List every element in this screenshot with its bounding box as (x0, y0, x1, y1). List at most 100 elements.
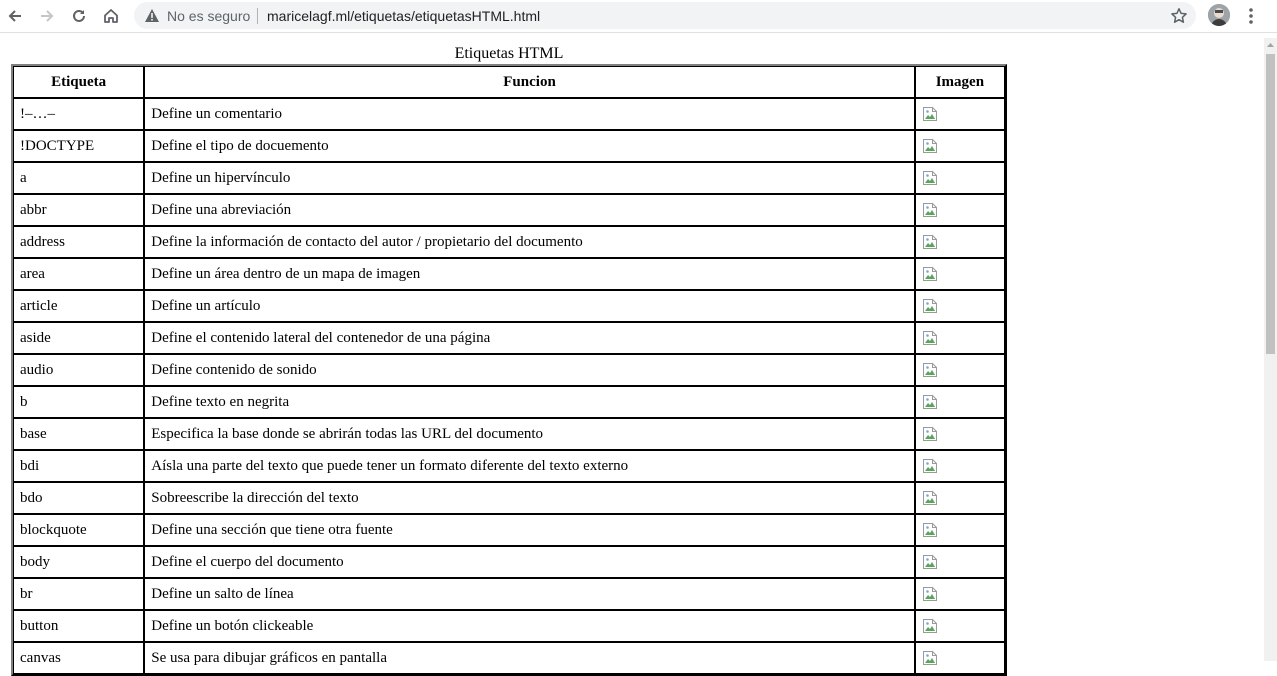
security-status[interactable]: No es seguro (167, 7, 250, 25)
separator (257, 8, 258, 24)
reload-icon (73, 9, 85, 22)
vertical-scrollbar[interactable] (1264, 38, 1277, 661)
table-row: a Define un hipervínculo (13, 162, 1005, 194)
broken-image-icon (922, 170, 938, 186)
tag-cell: blockquote (13, 514, 145, 546)
arrow-left-icon (8, 10, 21, 22)
table-row: body Define el cuerpo del documento (13, 546, 1005, 578)
tag-cell: body (13, 546, 145, 578)
warning-icon[interactable] (144, 8, 160, 23)
tag-cell: !–…– (13, 98, 145, 130)
table-row: base Especifica la base donde se abrirán … (13, 418, 1005, 450)
broken-image-icon (922, 362, 938, 378)
function-cell: Define un botón clickeable (144, 610, 915, 642)
table-row: address Define la información de contacto… (13, 226, 1005, 258)
header-funcion: Funcion (144, 66, 915, 98)
forward-button[interactable] (34, 3, 60, 29)
broken-image-icon (922, 330, 938, 346)
table-row: area Define un área dentro de un mapa de … (13, 258, 1005, 290)
broken-image-icon (922, 586, 938, 602)
image-cell (914, 322, 1005, 354)
scroll-up-arrow[interactable] (1264, 38, 1277, 52)
table-row: blockquote Define una sección que tiene o… (13, 514, 1005, 546)
table-row: article Define un artículo (13, 290, 1005, 322)
profile-icon (1208, 4, 1230, 26)
image-cell (914, 482, 1005, 514)
table-row: canvas Se usa para dibujar gráficos en pa… (13, 642, 1005, 674)
image-cell (914, 194, 1005, 226)
tag-cell: b (13, 386, 145, 418)
function-cell: Sobreescribe la dirección del texto (144, 482, 915, 514)
image-cell (914, 290, 1005, 322)
function-cell: Define el cuerpo del documento (144, 546, 915, 578)
broken-image-icon (922, 650, 938, 666)
tag-cell: canvas (13, 642, 145, 674)
table-row: aside Define el contenido lateral del con… (13, 322, 1005, 354)
tag-cell: abbr (13, 194, 145, 226)
broken-image-icon (922, 266, 938, 282)
broken-image-icon (922, 490, 938, 506)
image-cell (914, 258, 1005, 290)
image-cell (914, 418, 1005, 450)
broken-image-icon (922, 106, 938, 122)
more-vert-icon (1249, 8, 1253, 24)
function-cell: Define texto en negrita (144, 386, 915, 418)
function-cell: Define un salto de línea (144, 578, 915, 610)
table-row: abbr Define una abreviación (13, 194, 1005, 226)
tag-cell: article (13, 290, 145, 322)
broken-image-icon (922, 394, 938, 410)
broken-image-icon (922, 554, 938, 570)
menu-button[interactable] (1243, 6, 1259, 26)
function-cell: Define contenido de sonido (144, 354, 915, 386)
broken-image-icon (922, 234, 938, 250)
tags-table: Etiqueta Funcion Imagen !–…– Define un co… (11, 64, 1007, 676)
tag-cell: aside (13, 322, 145, 354)
broken-image-icon (922, 298, 938, 314)
tag-cell: base (13, 418, 145, 450)
scroll-thumb[interactable] (1266, 54, 1275, 354)
image-cell (914, 610, 1005, 642)
tag-cell: area (13, 258, 145, 290)
function-cell: Define un área dentro de un mapa de imag… (144, 258, 915, 290)
function-cell: Define el contenido lateral del contened… (144, 322, 915, 354)
back-button[interactable] (2, 3, 28, 29)
image-cell (914, 578, 1005, 610)
broken-image-icon (922, 138, 938, 154)
star-icon[interactable] (1170, 7, 1188, 25)
tag-cell: button (13, 610, 145, 642)
broken-image-icon (922, 522, 938, 538)
image-cell (914, 642, 1005, 674)
address-bar[interactable]: No es seguro maricelagf.ml/etiquetas/eti… (134, 2, 1196, 29)
home-button[interactable] (98, 3, 124, 29)
reload-button[interactable] (66, 3, 92, 29)
avatar[interactable] (1208, 4, 1230, 26)
image-cell (914, 226, 1005, 258)
image-cell (914, 354, 1005, 386)
table-header-row: Etiqueta Funcion Imagen (13, 66, 1005, 98)
home-icon (104, 9, 118, 23)
image-cell (914, 98, 1005, 130)
function-cell: Define la información de contacto del au… (144, 226, 915, 258)
table-row: bdi Aísla una parte del texto que puede t… (13, 450, 1005, 482)
tag-cell: bdi (13, 450, 145, 482)
broken-image-icon (922, 426, 938, 442)
image-cell (914, 450, 1005, 482)
url-text[interactable]: maricelagf.ml/etiquetas/etiquetasHTML.ht… (267, 7, 540, 25)
image-cell (914, 130, 1005, 162)
function-cell: Define un artículo (144, 290, 915, 322)
function-cell: Define el tipo de docuemento (144, 130, 915, 162)
browser-toolbar: No es seguro maricelagf.ml/etiquetas/eti… (0, 0, 1277, 33)
table-row: audio Define contenido de sonido (13, 354, 1005, 386)
tag-cell: !DOCTYPE (13, 130, 145, 162)
table-row: br Define un salto de línea (13, 578, 1005, 610)
function-cell: Define una abreviación (144, 194, 915, 226)
function-cell: Define un comentario (144, 98, 915, 130)
tag-cell: a (13, 162, 145, 194)
image-cell (914, 514, 1005, 546)
tag-cell: address (13, 226, 145, 258)
function-cell: Define un hipervínculo (144, 162, 915, 194)
image-cell (914, 386, 1005, 418)
broken-image-icon (922, 458, 938, 474)
function-cell: Aísla una parte del texto que puede tene… (144, 450, 915, 482)
tag-cell: br (13, 578, 145, 610)
